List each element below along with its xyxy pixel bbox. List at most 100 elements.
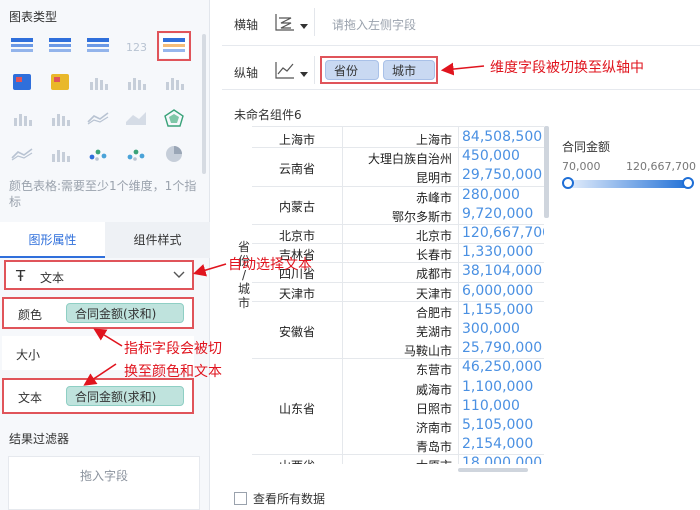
- view-all-checkbox[interactable]: [234, 492, 247, 505]
- chart-type-bubble-icon[interactable]: [122, 142, 150, 166]
- size-label: 大小: [16, 348, 41, 362]
- x-axis-label: 横轴: [234, 18, 259, 32]
- table-value-cell[interactable]: 46,250,000: [458, 359, 544, 375]
- table-value-cell[interactable]: 5,105,000: [458, 417, 544, 433]
- table-value-cell[interactable]: 2,154,000: [458, 436, 544, 452]
- table-value-cell[interactable]: 110,000: [458, 398, 544, 414]
- chart-type-horizontal-bar-icon[interactable]: [8, 106, 36, 130]
- chart-type-range-bar-icon[interactable]: [46, 106, 74, 130]
- text-field-pill[interactable]: 合同金额(求和): [66, 386, 184, 406]
- chart-type-scatter-icon[interactable]: [84, 142, 112, 166]
- table-city-cell: 长春市: [415, 248, 452, 263]
- chart-type-grouped-bar-icon[interactable]: [160, 70, 188, 94]
- chart-type-heatmap-icon[interactable]: [46, 70, 74, 94]
- chart-type-line-icon[interactable]: [84, 106, 112, 130]
- table-province-cell: 山西省: [252, 457, 342, 464]
- y-field-province[interactable]: 省份: [325, 60, 379, 80]
- table-city-cell: 马鞍山市: [403, 344, 452, 359]
- y-field-city[interactable]: 城市: [383, 60, 435, 80]
- legend-min-handle[interactable]: [562, 177, 574, 189]
- y-axis-label: 纵轴: [234, 66, 259, 80]
- left-panel: 图表类型 123 颜色表格:需要至少1个维度，1个指标 图形属性 组件样式 Ŧ …: [0, 0, 210, 510]
- x-axis-bar: 横轴 请拖入左侧字段: [222, 2, 700, 46]
- table-province-cell: 天津市: [278, 286, 315, 301]
- chart-type-column-icon[interactable]: [46, 142, 74, 166]
- chart-type-detail-table-icon[interactable]: [84, 34, 112, 58]
- chart-type-color-table-icon[interactable]: [157, 31, 191, 61]
- table-city-cell: 芜湖市: [415, 325, 452, 339]
- chart-type-map-icon[interactable]: [8, 70, 36, 94]
- y-axis-title: 省份 / 城市: [237, 240, 250, 310]
- table-city-cell: 上海市: [415, 133, 452, 147]
- table-group-divider: [252, 147, 544, 149]
- table-province-cell: 北京市: [278, 229, 315, 243]
- table-value-cell[interactable]: 1,100,000: [458, 379, 544, 395]
- chart-type-cross-table-icon[interactable]: [46, 34, 74, 58]
- table-group-divider: [252, 281, 544, 283]
- table-group-divider: [252, 224, 544, 225]
- table-value-cell[interactable]: 120,667,700: [458, 225, 544, 241]
- text-label: 文本: [18, 391, 43, 405]
- table-value-cell[interactable]: 6,000,000: [458, 283, 544, 299]
- chart-type-pie-icon[interactable]: [160, 142, 188, 166]
- chevron-down-icon: [173, 271, 185, 278]
- chart-type-multi-line-icon[interactable]: [8, 142, 36, 166]
- chart-type-kpi-icon[interactable]: 123: [122, 34, 150, 58]
- y-axis-line-icon[interactable]: [274, 60, 296, 80]
- chart-type-radar-icon[interactable]: [160, 106, 188, 130]
- table-group-divider: [252, 358, 544, 360]
- x-axis-dropdown-icon[interactable]: [300, 24, 308, 29]
- chart-type-bar-icon[interactable]: [84, 70, 112, 94]
- table-province-cell: 内蒙古: [278, 200, 315, 215]
- color-field-pill[interactable]: 合同金额(求和): [66, 303, 184, 323]
- table-vertical-scrollbar[interactable]: [544, 126, 549, 218]
- table-city-cell: 东营市: [415, 363, 452, 378]
- text-type-icon: Ŧ: [16, 267, 26, 285]
- mark-type-value: 文本: [40, 271, 65, 285]
- filter-drop-zone[interactable]: 拖入字段: [8, 456, 200, 510]
- table-value-cell[interactable]: 25,790,000: [458, 340, 544, 356]
- table-city-cell: 北京市: [415, 229, 452, 243]
- table-value-cell[interactable]: 1,330,000: [458, 244, 544, 260]
- y-axis-dropdown-icon[interactable]: [300, 72, 308, 77]
- mark-type-select[interactable]: Ŧ 文本: [4, 260, 194, 290]
- x-axis-placeholder[interactable]: 请拖入左侧字段: [332, 16, 416, 33]
- table-horizontal-scrollbar[interactable]: [458, 468, 528, 472]
- table-province-cell: 安徽省: [278, 325, 315, 339]
- legend-max-handle[interactable]: [682, 177, 694, 189]
- table-value-cell[interactable]: 38,104,000: [458, 263, 544, 279]
- view-all-data[interactable]: 查看所有数据: [234, 490, 325, 507]
- tab-component-style[interactable]: 组件样式: [105, 222, 210, 258]
- table-value-cell[interactable]: 9,720,000: [458, 206, 544, 222]
- table-city-cell: 成都市: [415, 267, 452, 282]
- table-city-cell: 济南市: [415, 421, 452, 435]
- x-axis-sort-icon[interactable]: [274, 12, 296, 32]
- chart-grid-scrollbar[interactable]: [202, 34, 206, 174]
- table-city-cell: 青岛市: [415, 440, 452, 455]
- table-value-cell[interactable]: 18,000,000: [458, 455, 544, 464]
- table-value-cell[interactable]: 84,508,500: [458, 129, 544, 145]
- tab-shape-properties[interactable]: 图形属性: [0, 222, 105, 258]
- table-city-cell: 赤峰市: [415, 190, 452, 205]
- annotation-mark-type: 自动选择文本: [228, 257, 312, 273]
- y-axis-fields: 省份 城市: [320, 56, 438, 84]
- legend-min: 70,000: [562, 160, 601, 173]
- table-value-cell[interactable]: 450,000: [458, 148, 544, 164]
- table-value-cell[interactable]: 280,000: [458, 187, 544, 203]
- table-value-cell[interactable]: 300,000: [458, 321, 544, 337]
- table-value-cell[interactable]: 1,155,000: [458, 302, 544, 318]
- chart-type-stacked-bar-icon[interactable]: [122, 70, 150, 94]
- chart-type-table-icon[interactable]: [8, 34, 36, 58]
- table-city-cell: 昆明市: [415, 171, 452, 186]
- table-city-cell: 威海市: [415, 382, 452, 397]
- table-value-cell[interactable]: 29,750,000: [458, 167, 544, 183]
- component-title[interactable]: 未命名组件6: [234, 106, 302, 123]
- divider: [314, 56, 315, 84]
- color-table: 上海市 84,508,500 大理白族自治州 450,000 昆明市 29,750,000…: [252, 126, 544, 464]
- divider: [314, 8, 315, 36]
- svg-text:123: 123: [126, 41, 147, 54]
- chart-type-hint: 颜色表格:需要至少1个维度，1个指标: [9, 179, 197, 209]
- chart-type-area-icon[interactable]: [122, 106, 150, 130]
- table-group-divider: [252, 454, 544, 456]
- table-province-cell: 上海市: [278, 133, 315, 147]
